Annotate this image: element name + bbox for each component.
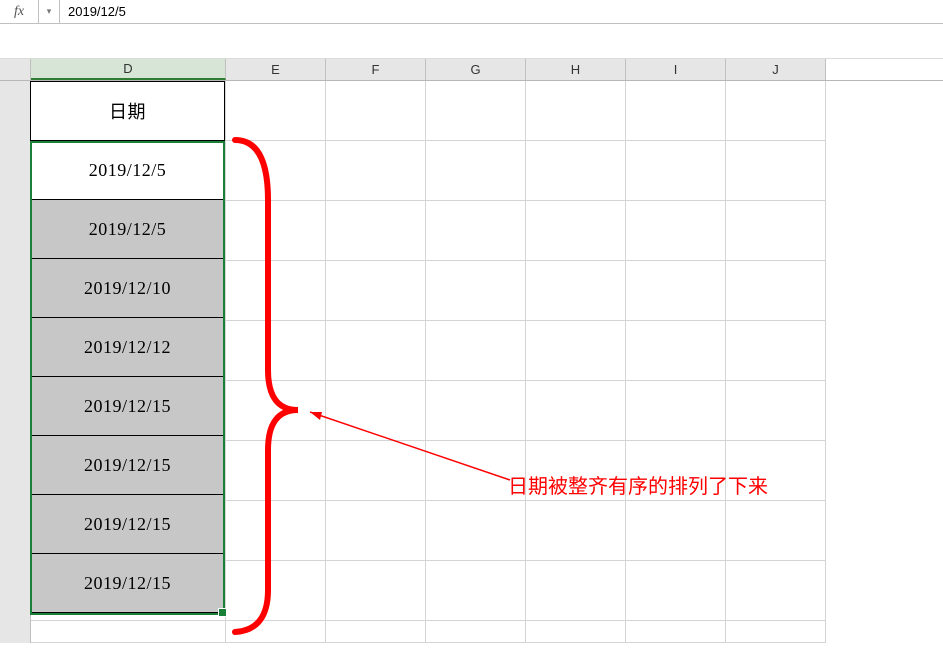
cell[interactable] [526,321,626,381]
row-header[interactable] [0,501,31,561]
cell[interactable] [426,81,526,141]
row-header[interactable] [0,141,31,201]
row-header[interactable] [0,621,31,643]
cell[interactable] [226,261,326,321]
cell[interactable] [326,141,426,201]
cell[interactable] [726,501,826,561]
cell[interactable] [326,381,426,441]
cell[interactable] [526,261,626,321]
cell[interactable] [226,201,326,261]
cell[interactable] [326,501,426,561]
cell[interactable] [226,321,326,381]
column-header-J[interactable]: J [726,59,826,80]
cell-D4[interactable]: 2019/12/10 [30,258,225,318]
cell[interactable] [626,201,726,261]
cell[interactable] [626,381,726,441]
cell[interactable] [726,141,826,201]
cell[interactable] [426,621,526,643]
cell-D3[interactable]: 2019/12/5 [30,199,225,259]
select-all-corner[interactable] [0,59,31,80]
cell-D2[interactable]: 2019/12/5 [30,140,225,200]
cell[interactable] [326,561,426,621]
cell[interactable] [526,81,626,141]
cell[interactable] [426,441,526,501]
cell[interactable] [426,261,526,321]
column-header-F[interactable]: F [326,59,426,80]
cell-D7[interactable]: 2019/12/15 [30,435,225,495]
spreadsheet-app: fx ▾ 2019/12/5 D E F G H I J [0,0,943,656]
cell[interactable] [326,261,426,321]
cell[interactable] [626,321,726,381]
cell[interactable] [426,381,526,441]
cell[interactable] [626,81,726,141]
cell[interactable] [426,561,526,621]
cell[interactable] [426,201,526,261]
cell[interactable] [226,441,326,501]
fx-dropdown-icon[interactable]: ▾ [39,0,60,23]
column-header-H[interactable]: H [526,59,626,80]
formula-bar: fx ▾ 2019/12/5 [0,0,943,24]
column-header-G[interactable]: G [426,59,526,80]
cell[interactable] [526,621,626,643]
cell[interactable] [526,381,626,441]
cell[interactable] [226,621,326,643]
fx-icon[interactable]: fx [0,0,39,23]
cell[interactable] [226,561,326,621]
cell[interactable] [226,81,326,141]
cell[interactable] [526,501,626,561]
cell[interactable] [526,201,626,261]
formula-input[interactable]: 2019/12/5 [60,0,943,23]
cell[interactable] [626,501,726,561]
cell[interactable] [726,201,826,261]
toolbar-gap [0,24,943,59]
column-header-I[interactable]: I [626,59,726,80]
cell[interactable] [426,501,526,561]
row-header[interactable] [0,201,31,261]
cell-D9[interactable]: 2019/12/15 [30,553,225,613]
row-header[interactable] [0,321,31,381]
cell[interactable] [526,141,626,201]
row-header[interactable] [0,561,31,621]
grid-body: 日期 2019/12/5 2019/12/5 2019/12/10 2019/1… [0,81,943,643]
cell[interactable] [526,441,626,501]
cell[interactable] [726,621,826,643]
row-header[interactable] [0,81,31,141]
cell[interactable] [626,261,726,321]
cell[interactable] [726,441,826,501]
cell[interactable] [326,441,426,501]
cell[interactable] [226,141,326,201]
cell[interactable] [526,561,626,621]
cell[interactable] [726,261,826,321]
column-header-E[interactable]: E [226,59,326,80]
cell[interactable] [326,201,426,261]
cell[interactable] [626,141,726,201]
cell[interactable] [326,321,426,381]
cell-D8[interactable]: 2019/12/15 [30,494,225,554]
cell[interactable] [226,501,326,561]
cell[interactable] [326,81,426,141]
cell[interactable] [626,441,726,501]
cell[interactable] [726,321,826,381]
row-header[interactable] [0,441,31,501]
cell[interactable] [31,621,226,643]
cell-D5[interactable]: 2019/12/12 [30,317,225,377]
cell[interactable] [426,321,526,381]
cell[interactable] [626,561,726,621]
cell[interactable] [326,621,426,643]
cell[interactable] [726,381,826,441]
column-D-data-block: 日期 2019/12/5 2019/12/5 2019/12/10 2019/1… [30,81,225,613]
cell-D6[interactable]: 2019/12/15 [30,376,225,436]
grid-row [0,621,943,643]
column-header-D[interactable]: D [31,59,226,80]
cell[interactable] [626,621,726,643]
cell[interactable] [426,141,526,201]
row-header[interactable] [0,261,31,321]
row-header[interactable] [0,381,31,441]
cell[interactable] [226,381,326,441]
cell-D-header[interactable]: 日期 [30,81,225,141]
cell[interactable] [726,561,826,621]
column-headers: D E F G H I J [0,59,943,81]
cell[interactable] [726,81,826,141]
